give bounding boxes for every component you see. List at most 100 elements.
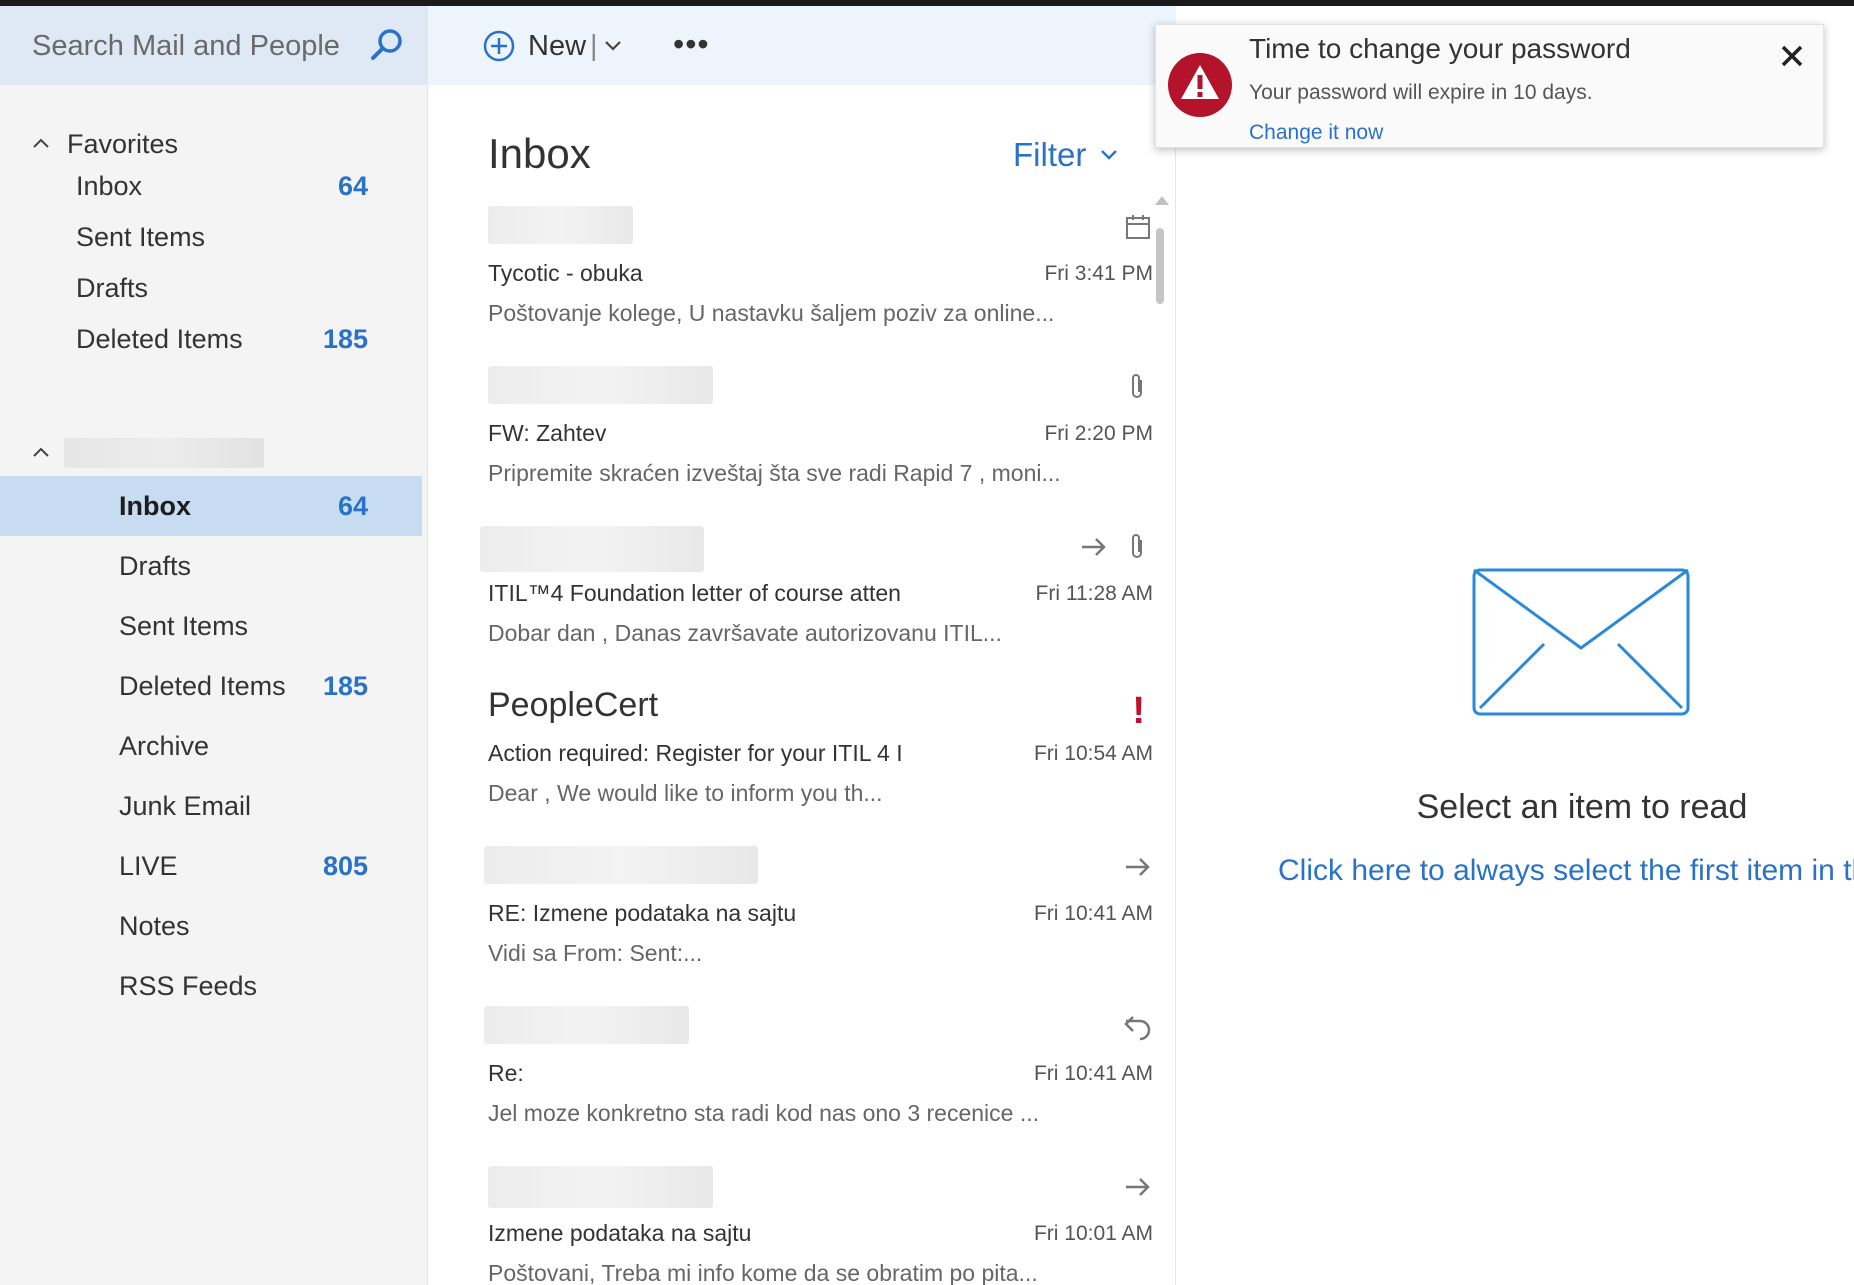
message-item[interactable]: FW: Zahtev Fri 2:20 PM Pripremite skraće… [488,366,1153,516]
message-item[interactable]: Izmene podataka na sajtu Fri 10:01 AM Po… [488,1166,1153,1285]
notification-title: Time to change your password [1249,33,1631,64]
more-actions-button[interactable]: ••• [673,28,710,60]
add-circle-icon [483,30,515,62]
chevron-down-icon [1101,150,1118,160]
message-item[interactable]: ITIL™4 Foundation letter of course atten… [480,526,1154,676]
message-icons [1123,1172,1153,1202]
filter-button[interactable]: Filter [1013,136,1120,174]
unread-count: 185 [322,324,368,354]
message-item[interactable]: PeopleCert ! Action required: Register f… [488,686,1153,836]
folder-label: Inbox [119,491,191,521]
message-time: Fri 2:20 PM [1044,422,1153,445]
unread-count: 185 [322,671,368,701]
message-subject: Action required: Register for your ITIL … [488,740,903,766]
chevron-down-icon[interactable] [602,35,624,57]
message-preview: Dear , We would like to inform you th... [488,780,883,806]
folder-label: RSS Feeds [119,971,258,1001]
chevron-up-icon[interactable] [30,441,52,463]
message-subject: ITIL™4 Foundation letter of course atten [488,580,901,606]
folder-label: LIVE [119,851,178,881]
warning-icon [1168,53,1232,117]
folder-label: Drafts [76,273,149,303]
new-separator: | [590,29,598,62]
chevron-up-icon[interactable] [30,132,52,154]
message-icons [1123,212,1153,242]
message-icons: ! [1132,692,1153,730]
sidebar-item-deleted[interactable]: Deleted Items 185 [0,656,422,716]
sidebar-item-sent[interactable]: Sent Items [0,596,422,656]
message-preview: Jel moze konkretno sta radi kod nas ono … [488,1100,1040,1126]
new-message-button[interactable]: New | [482,28,624,64]
unread-count: 64 [337,171,368,201]
message-time: Fri 10:54 AM [1033,742,1153,765]
filter-label: Filter [1013,136,1087,173]
message-list-pane: New | ••• Inbox Filter Tycotic - obuka F… [428,6,1176,1285]
envelope-icon [1472,568,1690,716]
sidebar-item-live[interactable]: LIVE 805 [0,836,422,896]
sender-redacted [488,1166,713,1208]
forward-icon [1126,858,1150,876]
message-subject: FW: Zahtev [488,420,607,446]
sender-redacted [484,1006,689,1044]
folder-label: Drafts [119,551,192,581]
reading-pane: Select an item to read Click here to alw… [1177,6,1854,1285]
message-time: Fri 10:41 AM [1033,902,1153,925]
message-subject: Re: [488,1060,524,1086]
sender-redacted [484,846,758,884]
scroll-thumb[interactable] [1156,228,1164,304]
search-box[interactable]: Search Mail and People [0,6,428,85]
message-subject: Izmene podataka na sajtu [488,1220,752,1246]
message-item[interactable]: Tycotic - obuka Fri 3:41 PM Poštovanje k… [488,206,1153,356]
scroll-up-arrow[interactable] [1155,196,1169,205]
new-label: New [528,29,587,62]
folder-label: Notes [119,911,190,941]
folder-label: Deleted Items [76,324,243,354]
message-icons [1123,1012,1153,1042]
attachment-icon [1132,534,1142,558]
attachment-icon [1132,374,1142,398]
scrollbar[interactable] [1153,196,1169,1285]
sidebar-item-notes[interactable]: Notes [0,896,422,956]
folder-label: Junk Email [119,791,252,821]
sidebar-item-favorites-deleted[interactable]: Deleted Items 185 [0,309,422,369]
message-time: Fri 11:28 AM [1035,582,1154,605]
command-bar: New | ••• [428,6,1176,85]
message-preview: Dobar dan , Danas završavate autorizovan… [488,620,1002,646]
change-password-link[interactable]: Change it now [1249,121,1383,145]
message-subject: Tycotic - obuka [488,260,643,286]
unread-count: 805 [322,851,368,881]
list-title: Inbox [488,130,591,177]
account-name-redacted [64,438,264,468]
sidebar-item-inbox[interactable]: Inbox 64 [0,476,422,536]
sidebar-item-rss[interactable]: RSS Feeds [0,956,422,1016]
message-preview: Poštovanje kolege, U nastavku šaljem poz… [488,300,1055,326]
search-icon[interactable] [368,26,406,64]
sender-redacted [480,526,704,572]
folder-label: Sent Items [119,611,249,641]
calendar-icon [1126,215,1150,239]
folder-label: Sent Items [76,222,206,252]
message-item[interactable]: Re: Fri 10:41 AM Jel moze konkretno sta … [484,1006,1153,1156]
sidebar-item-archive[interactable]: Archive [0,716,422,776]
sidebar-item-junk[interactable]: Junk Email [0,776,422,836]
search-placeholder: Search Mail and People [32,30,340,62]
sender-redacted [488,206,633,244]
message-preview: Poštovani, Treba mi info kome da se obra… [488,1260,1038,1285]
message-sender: PeopleCert [488,686,659,724]
folder-label: Inbox [76,171,143,201]
select-first-item-link[interactable]: Click here to always select the first it… [1278,854,1854,888]
folder-label: Archive [119,731,210,761]
message-preview: Pripremite skraćen izveštaj šta sve radi… [488,460,1061,486]
message-preview: Vidi sa From: Sent:... [488,940,703,966]
unread-count: 64 [337,491,368,521]
account-header[interactable] [0,430,428,478]
message-item[interactable]: RE: Izmene podataka na sajtu Fri 10:41 A… [484,846,1153,996]
message-time: Fri 3:41 PM [1044,262,1153,285]
message-icons [1123,852,1153,882]
sidebar-item-drafts[interactable]: Drafts [0,536,422,596]
close-icon[interactable] [1777,41,1807,71]
importance-icon: ! [1132,690,1145,732]
sender-redacted [488,366,713,404]
folder-label: Deleted Items [119,671,286,701]
message-icons [1123,372,1153,402]
